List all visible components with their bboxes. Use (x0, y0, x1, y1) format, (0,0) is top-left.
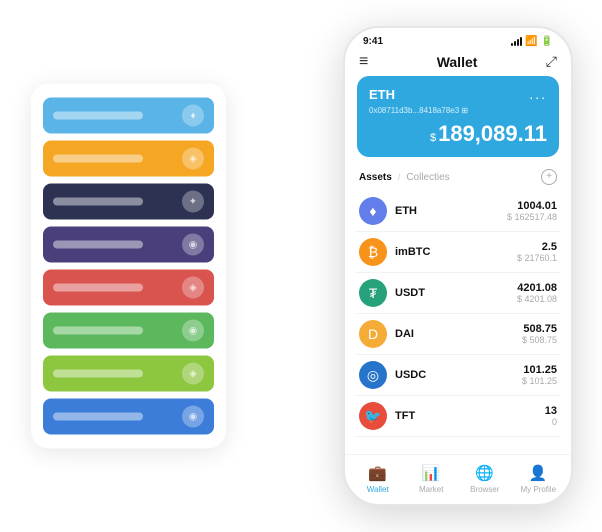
stack-card[interactable]: ◈ (43, 270, 214, 306)
asset-amounts: 508.75 $ 508.75 (522, 323, 557, 345)
phone-mockup: 9:41 📶 🔋 ≡ Wallet ⤢ ETH ... (343, 26, 573, 506)
asset-amount: 508.75 (522, 323, 557, 335)
stack-card[interactable]: ♦ (43, 98, 214, 134)
asset-usd: $ 4201.08 (517, 294, 557, 304)
asset-icon-dai: D (359, 320, 387, 348)
asset-name: TFT (395, 410, 545, 422)
asset-amounts: 4201.08 $ 4201.08 (517, 282, 557, 304)
asset-amounts: 13 0 (545, 405, 557, 427)
asset-amount: 1004.01 (507, 200, 557, 212)
stack-card-label (53, 155, 143, 163)
asset-name: USDC (395, 369, 522, 381)
add-asset-button[interactable]: + (541, 169, 557, 185)
nav-label: My Profile (520, 485, 556, 494)
nav-icon: 📊 (421, 463, 441, 483)
nav-icon: 👤 (528, 463, 548, 483)
status-icons: 📶 🔋 (511, 36, 553, 47)
table-row[interactable]: 🐦 TFT 13 0 (355, 396, 561, 437)
nav-icon: 💼 (368, 463, 388, 483)
asset-name: DAI (395, 328, 522, 340)
asset-usd: $ 162517.48 (507, 212, 557, 222)
asset-amounts: 2.5 $ 21760.1 (517, 241, 557, 263)
stack-card-icon: ♦ (182, 105, 204, 127)
stack-card-icon: ◉ (182, 234, 204, 256)
stack-card-label (53, 413, 143, 421)
stack-card-icon: ◉ (182, 320, 204, 342)
stack-card-icon: ✦ (182, 191, 204, 213)
table-row[interactable]: ◎ USDC 101.25 $ 101.25 (355, 355, 561, 396)
eth-card-name: ETH (369, 87, 395, 102)
asset-amount: 13 (545, 405, 557, 417)
stack-card-label (53, 241, 143, 249)
eth-card-menu[interactable]: ... (529, 86, 547, 102)
asset-usd: $ 21760.1 (517, 253, 557, 263)
asset-usd: 0 (545, 417, 557, 427)
asset-amounts: 101.25 $ 101.25 (522, 364, 557, 386)
stack-card[interactable]: ◈ (43, 356, 214, 392)
tab-separator: / (398, 172, 401, 182)
asset-icon-usdt: ₮ (359, 279, 387, 307)
assets-header: Assets / Collecties + (345, 165, 571, 191)
stack-card-label (53, 112, 143, 120)
asset-icon-usdc: ◎ (359, 361, 387, 389)
stack-card[interactable]: ✦ (43, 184, 214, 220)
eth-currency-symbol: $ (430, 132, 436, 144)
asset-name: ETH (395, 205, 507, 217)
table-row[interactable]: ₿ imBTC 2.5 $ 21760.1 (355, 232, 561, 273)
stack-card-label (53, 370, 143, 378)
assets-tabs: Assets / Collecties (359, 172, 450, 183)
nav-item-wallet[interactable]: 💼 Wallet (351, 463, 405, 494)
eth-card-balance: $189,089.11 (369, 121, 547, 147)
table-row[interactable]: D DAI 508.75 $ 508.75 (355, 314, 561, 355)
stack-card-icon: ◈ (182, 148, 204, 170)
wifi-icon: 📶 (525, 36, 537, 47)
asset-amounts: 1004.01 $ 162517.48 (507, 200, 557, 222)
stack-card-icon: ◈ (182, 363, 204, 385)
page-title: Wallet (437, 54, 478, 70)
nav-item-my-profile[interactable]: 👤 My Profile (512, 463, 566, 494)
nav-label: Wallet (367, 485, 389, 494)
eth-card-address: 0x08711d3b...8418a78e3 ⊞ (369, 106, 547, 115)
stack-card-label (53, 198, 143, 206)
battery-icon: 🔋 (541, 36, 553, 47)
top-nav: ≡ Wallet ⤢ (345, 51, 571, 76)
status-time: 9:41 (363, 36, 383, 47)
scene: ♦ ◈ ✦ ◉ ◈ ◉ ◈ ◉ 9:41 (11, 11, 591, 521)
asset-icon-eth: ♦ (359, 197, 387, 225)
eth-card[interactable]: ETH ... 0x08711d3b...8418a78e3 ⊞ $189,08… (357, 76, 559, 157)
bottom-nav: 💼 Wallet 📊 Market 🌐 Browser 👤 My Profile (345, 454, 571, 504)
stack-card-label (53, 327, 143, 335)
asset-amount: 101.25 (522, 364, 557, 376)
stack-card-label (53, 284, 143, 292)
stack-card[interactable]: ◉ (43, 399, 214, 435)
stack-card[interactable]: ◈ (43, 141, 214, 177)
nav-icon: 🌐 (475, 463, 495, 483)
stack-card[interactable]: ◉ (43, 313, 214, 349)
tab-collecties[interactable]: Collecties (406, 172, 449, 183)
stack-card[interactable]: ◉ (43, 227, 214, 263)
table-row[interactable]: ₮ USDT 4201.08 $ 4201.08 (355, 273, 561, 314)
asset-list: ♦ ETH 1004.01 $ 162517.48 ₿ imBTC 2.5 $ … (345, 191, 571, 454)
tab-assets[interactable]: Assets (359, 172, 392, 183)
card-stack: ♦ ◈ ✦ ◉ ◈ ◉ ◈ ◉ (31, 84, 226, 449)
nav-label: Browser (470, 485, 499, 494)
nav-label: Market (419, 485, 443, 494)
stack-card-icon: ◉ (182, 406, 204, 428)
signal-icon (511, 37, 522, 46)
asset-name: USDT (395, 287, 517, 299)
nav-item-browser[interactable]: 🌐 Browser (458, 463, 512, 494)
asset-name: imBTC (395, 246, 517, 258)
stack-card-icon: ◈ (182, 277, 204, 299)
menu-icon[interactable]: ≡ (359, 54, 368, 70)
asset-icon-imbtc: ₿ (359, 238, 387, 266)
asset-amount: 2.5 (517, 241, 557, 253)
status-bar: 9:41 📶 🔋 (345, 28, 571, 51)
nav-item-market[interactable]: 📊 Market (405, 463, 459, 494)
asset-amount: 4201.08 (517, 282, 557, 294)
expand-icon[interactable]: ⤢ (546, 53, 557, 70)
asset-usd: $ 508.75 (522, 335, 557, 345)
table-row[interactable]: ♦ ETH 1004.01 $ 162517.48 (355, 191, 561, 232)
asset-icon-tft: 🐦 (359, 402, 387, 430)
asset-usd: $ 101.25 (522, 376, 557, 386)
